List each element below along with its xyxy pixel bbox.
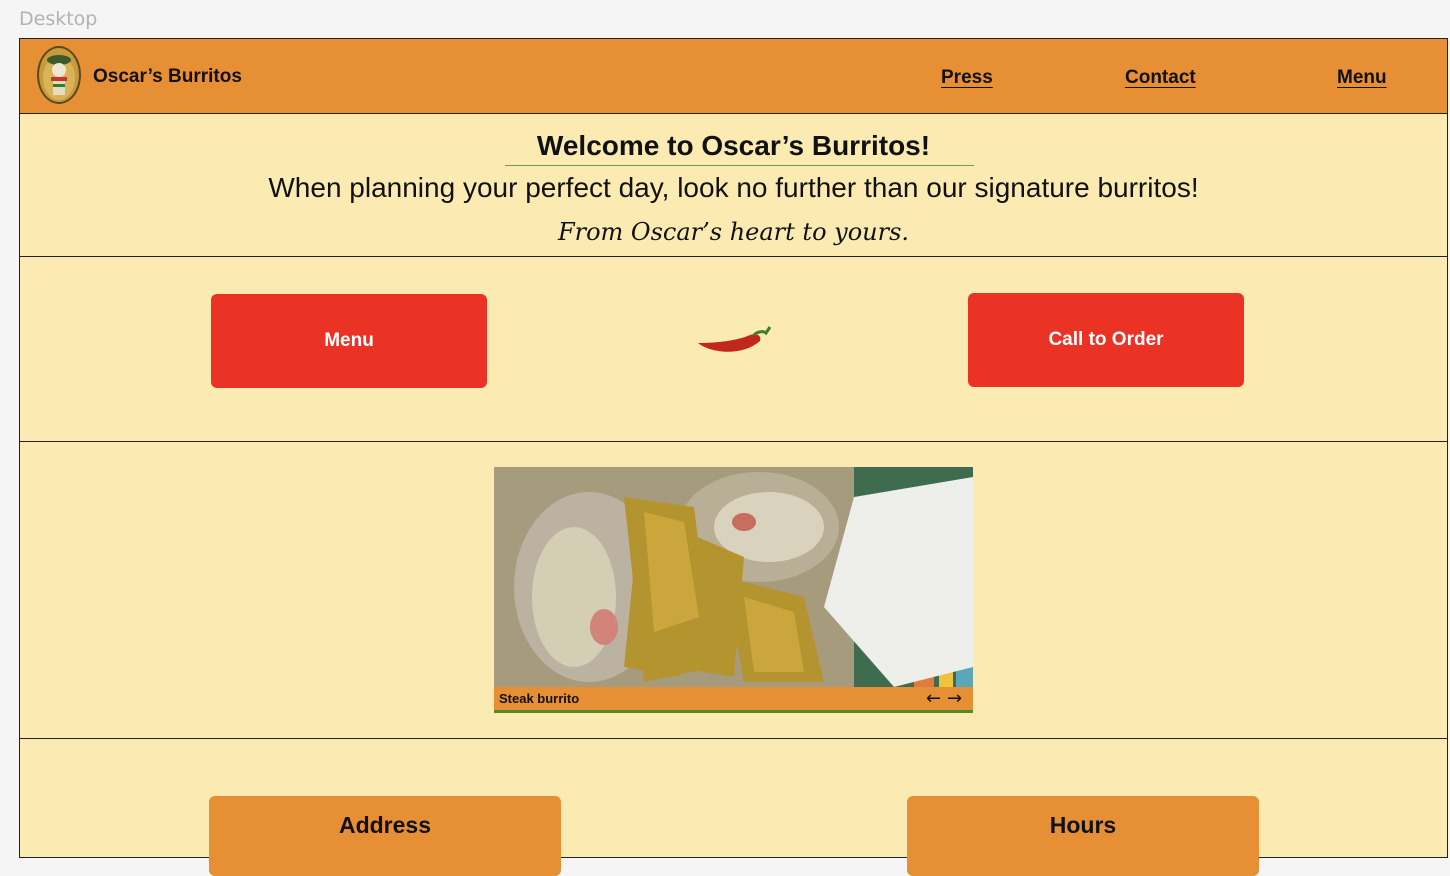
call-to-order-button[interactable]: Call to Order — [968, 293, 1244, 387]
nav-link-menu[interactable]: Menu — [1337, 67, 1387, 89]
chili-pepper-icon — [698, 326, 772, 352]
header-nav: Oscar’s Burritos Press Contact Menu — [20, 39, 1447, 114]
arrow-left-icon[interactable]: ← — [926, 688, 941, 709]
welcome-section: Welcome to Oscar’s Burritos! When planni… — [20, 114, 1447, 257]
logo-image[interactable] — [37, 46, 81, 104]
menu-button[interactable]: Menu — [211, 294, 487, 388]
tagline: From Oscar’s heart to yours. — [557, 218, 910, 246]
welcome-subtitle: When planning your perfect day, look no … — [268, 172, 1199, 203]
address-card[interactable]: Address — [209, 796, 561, 876]
nav-link-press[interactable]: Press — [941, 67, 993, 89]
hours-card[interactable]: Hours — [907, 796, 1259, 876]
frame-label: Desktop — [19, 8, 98, 30]
actions-section: Menu Call to Order — [20, 257, 1447, 442]
info-section: Address Hours — [20, 739, 1447, 876]
welcome-title: Welcome to Oscar’s Burritos! — [536, 130, 931, 161]
nav-link-contact[interactable]: Contact — [1125, 67, 1196, 89]
brand-name: Oscar’s Burritos — [93, 66, 242, 87]
gallery-section: Steak burrito ← → — [20, 442, 1447, 739]
desktop-frame: Oscar’s Burritos Press Contact Menu Welc… — [19, 38, 1448, 876]
title-underline — [505, 165, 974, 166]
arrow-right-icon[interactable]: → — [947, 688, 962, 709]
burrito-photo — [494, 467, 973, 687]
photo-caption: Steak burrito — [499, 691, 580, 706]
photo-caption-bar: Steak burrito ← → — [494, 687, 973, 713]
